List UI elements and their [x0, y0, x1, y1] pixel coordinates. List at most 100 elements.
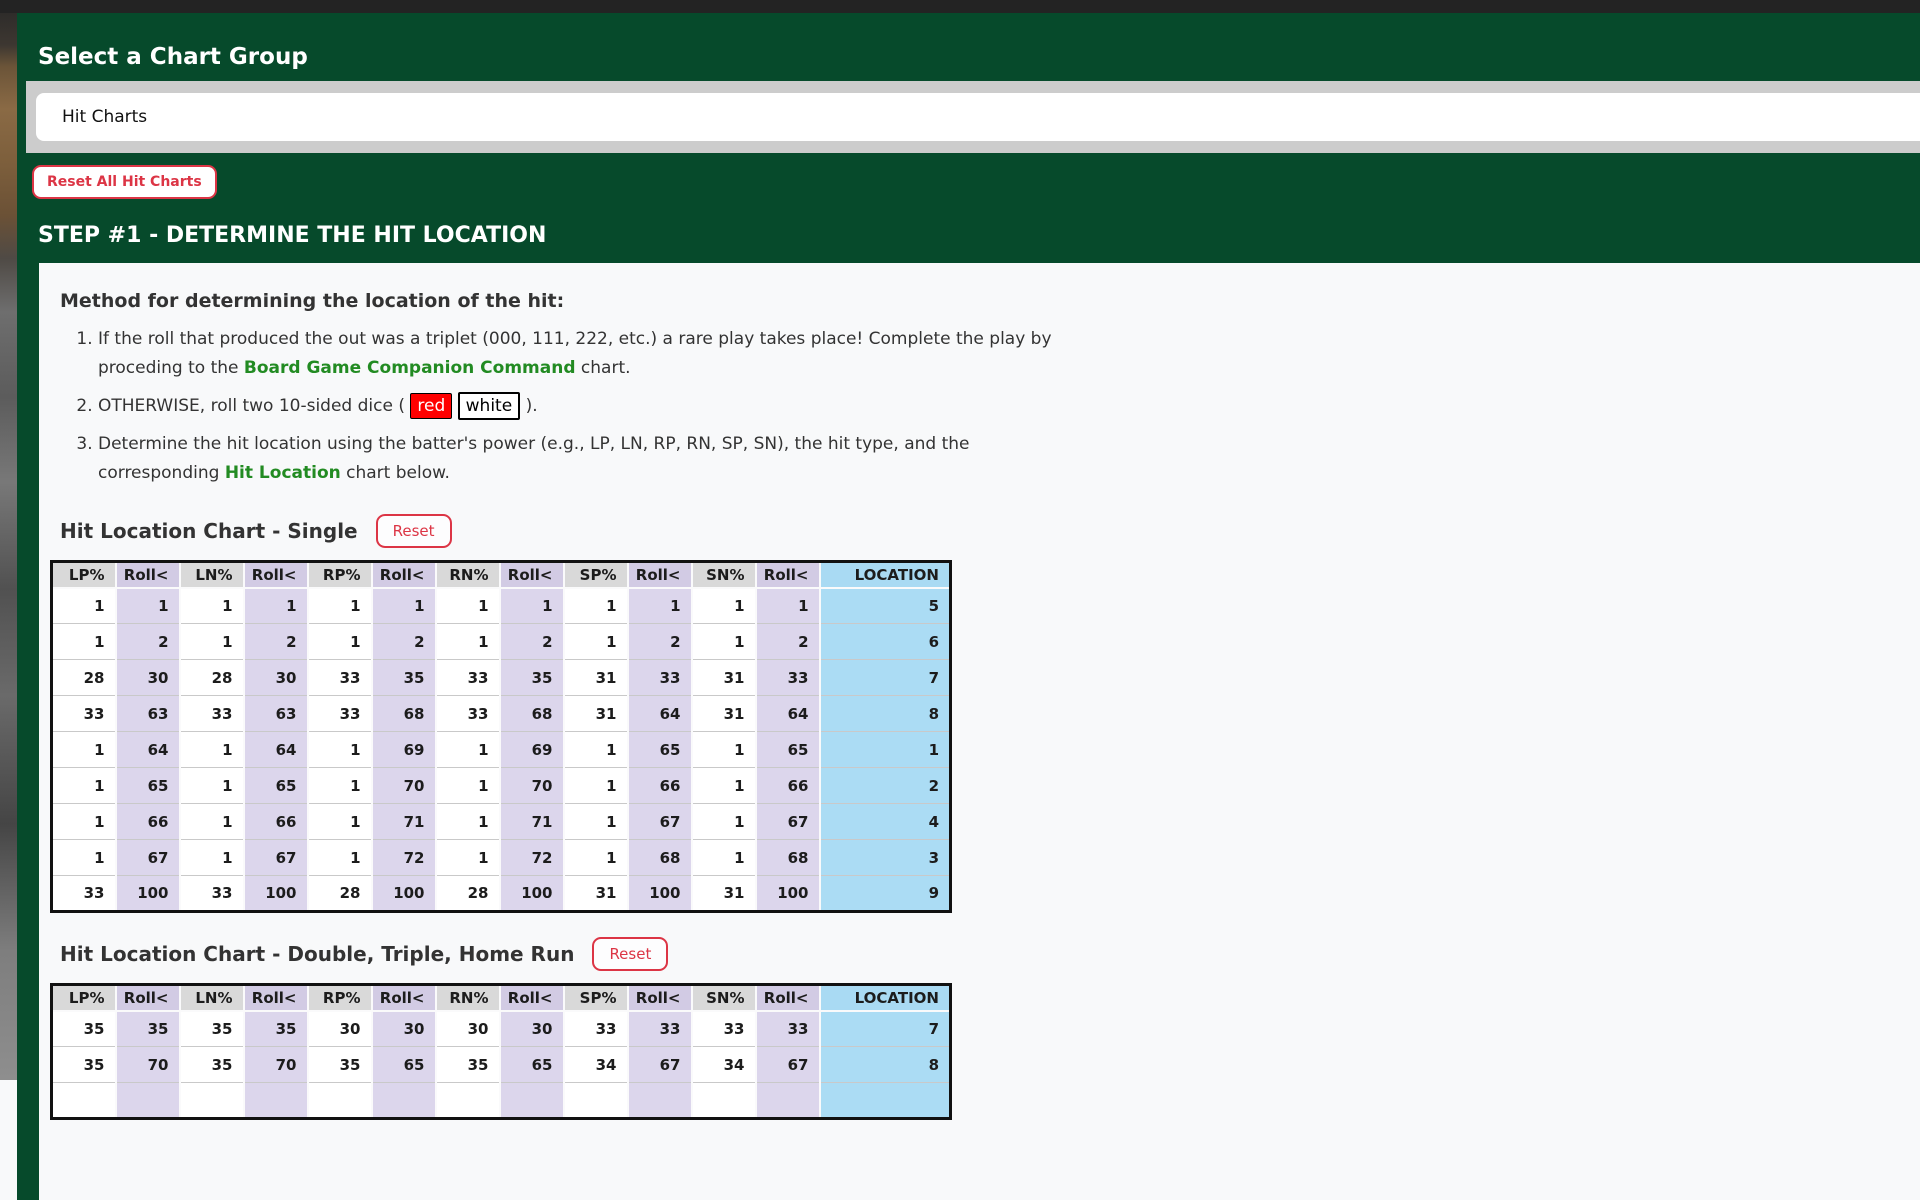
table-cell[interactable]: 100	[244, 876, 308, 912]
table-cell[interactable]: 70	[500, 768, 564, 804]
table-cell[interactable]: 63	[116, 696, 180, 732]
table-cell[interactable]: 1	[52, 588, 116, 624]
table-cell[interactable]: 2	[116, 624, 180, 660]
table-cell[interactable]: 67	[628, 1047, 692, 1083]
table-cell[interactable]: 34	[564, 1047, 628, 1083]
table-cell[interactable]: 100	[756, 876, 820, 912]
table-cell[interactable]: 1	[692, 624, 756, 660]
table-cell[interactable]: 64	[116, 732, 180, 768]
table-cell[interactable]: 1	[820, 732, 951, 768]
table-cell[interactable]	[820, 1083, 951, 1119]
table-cell[interactable]: 68	[628, 840, 692, 876]
table-cell[interactable]: 1	[308, 732, 372, 768]
table-cell[interactable]: 28	[180, 660, 244, 696]
table-cell[interactable]: 100	[628, 876, 692, 912]
table-cell[interactable]: 35	[244, 1011, 308, 1047]
table-cell[interactable]: 1	[628, 588, 692, 624]
table-cell[interactable]: 1	[756, 588, 820, 624]
table-cell[interactable]: 9	[820, 876, 951, 912]
table-cell[interactable]: 7	[820, 660, 951, 696]
table-cell[interactable]: 30	[436, 1011, 500, 1047]
table-cell[interactable]: 1	[180, 840, 244, 876]
table-cell[interactable]: 35	[180, 1047, 244, 1083]
table-cell[interactable]: 35	[500, 660, 564, 696]
table-cell[interactable]: 33	[180, 696, 244, 732]
reset-all-hit-charts-button[interactable]: Reset All Hit Charts	[32, 165, 217, 199]
table-cell[interactable]: 33	[692, 1011, 756, 1047]
table-cell[interactable]: 1	[692, 804, 756, 840]
table-cell[interactable]: 66	[756, 768, 820, 804]
table-cell[interactable]: 67	[116, 840, 180, 876]
chart-group-select[interactable]: Hit Charts	[36, 93, 1920, 141]
table-cell[interactable]: 65	[372, 1047, 436, 1083]
table-cell[interactable]: 1	[564, 840, 628, 876]
table-cell[interactable]: 35	[52, 1011, 116, 1047]
table-cell[interactable]: 1	[52, 840, 116, 876]
table-cell[interactable]: 35	[372, 660, 436, 696]
table-cell[interactable]: 2	[820, 768, 951, 804]
table-cell[interactable]: 30	[372, 1011, 436, 1047]
table-cell[interactable]: 5	[820, 588, 951, 624]
table-cell[interactable]: 63	[244, 696, 308, 732]
table-cell[interactable]: 65	[500, 1047, 564, 1083]
table-cell[interactable]: 2	[244, 624, 308, 660]
table-cell[interactable]: 28	[308, 876, 372, 912]
table-cell[interactable]: 72	[500, 840, 564, 876]
table-cell[interactable]: 1	[436, 804, 500, 840]
table-cell[interactable]	[756, 1083, 820, 1119]
table-cell[interactable]: 1	[52, 804, 116, 840]
table-cell[interactable]: 70	[244, 1047, 308, 1083]
table-cell[interactable]: 1	[180, 732, 244, 768]
table-cell[interactable]: 35	[116, 1011, 180, 1047]
chart1-reset-button[interactable]: Reset	[376, 514, 452, 548]
table-cell[interactable]: 35	[180, 1011, 244, 1047]
table-cell[interactable]: 33	[180, 876, 244, 912]
table-cell[interactable]: 1	[692, 588, 756, 624]
table-cell[interactable]: 31	[564, 876, 628, 912]
table-cell[interactable]: 1	[116, 588, 180, 624]
table-cell[interactable]: 1	[436, 732, 500, 768]
table-cell[interactable]: 68	[372, 696, 436, 732]
table-cell[interactable]: 33	[52, 696, 116, 732]
table-cell[interactable]: 34	[692, 1047, 756, 1083]
table-cell[interactable]: 65	[116, 768, 180, 804]
table-cell[interactable]: 100	[372, 876, 436, 912]
table-cell[interactable]: 64	[244, 732, 308, 768]
table-cell[interactable]: 65	[756, 732, 820, 768]
table-cell[interactable]	[564, 1083, 628, 1119]
table-cell[interactable]: 3	[820, 840, 951, 876]
table-cell[interactable]: 1	[564, 804, 628, 840]
table-cell[interactable]: 67	[756, 804, 820, 840]
table-cell[interactable]: 67	[628, 804, 692, 840]
table-cell[interactable]: 68	[756, 840, 820, 876]
board-game-companion-command-link[interactable]: Board Game Companion Command	[244, 358, 576, 378]
table-cell[interactable]: 2	[372, 624, 436, 660]
table-cell[interactable]: 1	[564, 732, 628, 768]
table-cell[interactable]: 30	[116, 660, 180, 696]
table-cell[interactable]: 1	[308, 624, 372, 660]
table-cell[interactable]: 8	[820, 696, 951, 732]
table-cell[interactable]: 71	[500, 804, 564, 840]
table-cell[interactable]: 35	[52, 1047, 116, 1083]
table-cell[interactable]	[244, 1083, 308, 1119]
table-cell[interactable]: 33	[52, 876, 116, 912]
chart2-reset-button[interactable]: Reset	[592, 937, 668, 971]
table-cell[interactable]: 30	[308, 1011, 372, 1047]
table-cell[interactable]: 33	[308, 660, 372, 696]
table-cell[interactable]: 2	[756, 624, 820, 660]
table-cell[interactable]: 30	[500, 1011, 564, 1047]
table-cell[interactable]: 7	[820, 1011, 951, 1047]
table-cell[interactable]	[180, 1083, 244, 1119]
table-cell[interactable]: 70	[116, 1047, 180, 1083]
table-cell[interactable]: 1	[564, 768, 628, 804]
table-cell[interactable]: 33	[756, 1011, 820, 1047]
table-cell[interactable]: 100	[500, 876, 564, 912]
table-cell[interactable]	[52, 1083, 116, 1119]
table-cell[interactable]: 69	[500, 732, 564, 768]
table-cell[interactable]: 33	[564, 1011, 628, 1047]
table-cell[interactable]: 4	[820, 804, 951, 840]
table-cell[interactable]	[308, 1083, 372, 1119]
table-cell[interactable]	[692, 1083, 756, 1119]
table-cell[interactable]: 70	[372, 768, 436, 804]
table-cell[interactable]	[116, 1083, 180, 1119]
